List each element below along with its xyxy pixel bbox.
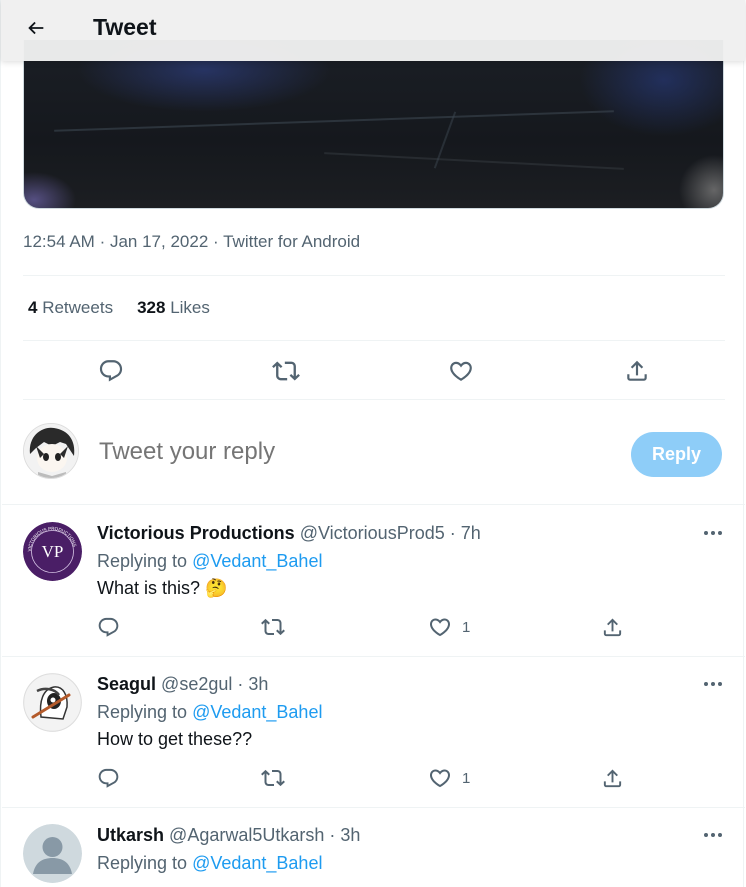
- avatar[interactable]: [23, 673, 82, 732]
- tweet-media-image[interactable]: [23, 40, 724, 209]
- reply-time[interactable]: · 3h: [237, 674, 268, 694]
- avatar[interactable]: [23, 824, 82, 883]
- author-handle[interactable]: @se2gul: [161, 674, 232, 694]
- reply-icon: [99, 360, 123, 382]
- share-button[interactable]: [601, 614, 624, 640]
- share-icon: [603, 617, 622, 636]
- retweets-count-link[interactable]: 4 Retweets: [28, 298, 113, 318]
- reply-time[interactable]: · 3h: [329, 825, 360, 845]
- retweet-button[interactable]: [261, 765, 285, 791]
- likes-count-link[interactable]: 328 Likes: [137, 298, 210, 318]
- replying-to: Replying to @Vedant_Bahel: [97, 702, 323, 722]
- reply-header: Victorious Productions @VictoriousProd5 …: [97, 523, 481, 544]
- reply-text: What is this? 🤔: [97, 578, 228, 598]
- reply-button[interactable]: [94, 354, 128, 388]
- more-icon: [704, 682, 722, 686]
- mention-link[interactable]: @Vedant_Bahel: [192, 702, 322, 722]
- tweet-date[interactable]: Jan 17, 2022: [110, 232, 208, 251]
- reply-action-bar: 1: [97, 614, 637, 640]
- author-name[interactable]: Victorious Productions: [97, 523, 295, 543]
- avatar[interactable]: VP VICTORIOUS PRODUCTIONS: [23, 522, 82, 581]
- reply-submit-button[interactable]: Reply: [631, 432, 722, 477]
- reply-tweet[interactable]: VP VICTORIOUS PRODUCTIONS Victorious Pro…: [1, 505, 745, 656]
- like-button[interactable]: [444, 354, 478, 388]
- author-name[interactable]: Utkarsh: [97, 825, 164, 845]
- tweet-timestamp-line: 12:54 AM · Jan 17, 2022 · Twitter for An…: [23, 232, 361, 251]
- share-button[interactable]: [620, 354, 654, 388]
- like-count: 1: [462, 618, 471, 636]
- more-options-button[interactable]: [699, 521, 727, 545]
- reply-icon: [98, 768, 119, 788]
- page-title: Tweet: [93, 14, 157, 40]
- divider: [23, 340, 725, 341]
- tweet-stats: 4 Retweets 328 Likes: [28, 298, 210, 318]
- avatar-monogram: VP: [42, 542, 64, 561]
- tweet-source[interactable]: Twitter for Android: [223, 232, 360, 251]
- retweet-icon: [261, 618, 285, 636]
- vp-logo-avatar-icon: VP VICTORIOUS PRODUCTIONS: [23, 522, 82, 581]
- replying-to: Replying to @Vedant_Bahel: [97, 551, 323, 571]
- tweet-action-bar: [23, 348, 725, 392]
- retweet-button[interactable]: [269, 354, 303, 388]
- like-icon: [429, 769, 451, 788]
- tweet-time[interactable]: 12:54 AM: [23, 232, 95, 251]
- author-name[interactable]: Seagul: [97, 674, 156, 694]
- back-arrow-icon: [28, 21, 44, 35]
- reply-header: Seagul @se2gul · 3h: [97, 674, 268, 695]
- like-button[interactable]: 1: [428, 765, 470, 791]
- reply-tweet[interactable]: Utkarsh @Agarwal5Utkarsh · 3h Replying t…: [1, 807, 745, 887]
- like-icon: [450, 361, 472, 381]
- reply-text: How to get these??: [97, 729, 253, 749]
- author-handle[interactable]: @Agarwal5Utkarsh: [169, 825, 324, 845]
- anime-avatar-icon: [24, 424, 78, 478]
- author-handle[interactable]: @VictoriousProd5: [300, 523, 445, 543]
- retweet-button[interactable]: [261, 614, 285, 640]
- more-icon: [704, 531, 722, 535]
- more-options-button[interactable]: [699, 672, 727, 696]
- like-button[interactable]: 1: [428, 614, 470, 640]
- user-avatar[interactable]: [23, 423, 79, 479]
- more-options-button[interactable]: [699, 823, 727, 847]
- share-icon: [627, 360, 647, 381]
- retweet-icon: [272, 361, 300, 381]
- like-count: 1: [462, 769, 471, 787]
- reply-input[interactable]: [99, 438, 599, 466]
- mention-link[interactable]: @Vedant_Bahel: [192, 551, 322, 571]
- retweet-icon: [261, 769, 285, 787]
- share-button[interactable]: [601, 765, 624, 791]
- share-icon: [603, 768, 622, 787]
- back-button[interactable]: [21, 13, 51, 43]
- reply-time[interactable]: · 7h: [450, 523, 481, 543]
- reply-button[interactable]: [97, 765, 120, 791]
- default-avatar-icon: [23, 824, 82, 883]
- more-icon: [704, 833, 722, 837]
- reaper-avatar-icon: [23, 673, 82, 732]
- reply-icon: [98, 617, 119, 637]
- top-bar: Tweet: [1, 0, 745, 61]
- mention-link[interactable]: @Vedant_Bahel: [192, 853, 322, 873]
- reply-tweet[interactable]: Seagul @se2gul · 3h Replying to @Vedant_…: [1, 656, 745, 807]
- reply-button[interactable]: [97, 614, 120, 640]
- replying-to: Replying to @Vedant_Bahel: [97, 853, 323, 873]
- tweet-detail-column: Tweet 12:54 AM · Jan 17, 2022 · Twitter …: [0, 0, 745, 887]
- divider: [23, 275, 725, 276]
- like-icon: [429, 618, 451, 637]
- reply-action-bar: 1: [97, 765, 637, 791]
- reply-header: Utkarsh @Agarwal5Utkarsh · 3h: [97, 825, 360, 846]
- divider: [23, 399, 725, 400]
